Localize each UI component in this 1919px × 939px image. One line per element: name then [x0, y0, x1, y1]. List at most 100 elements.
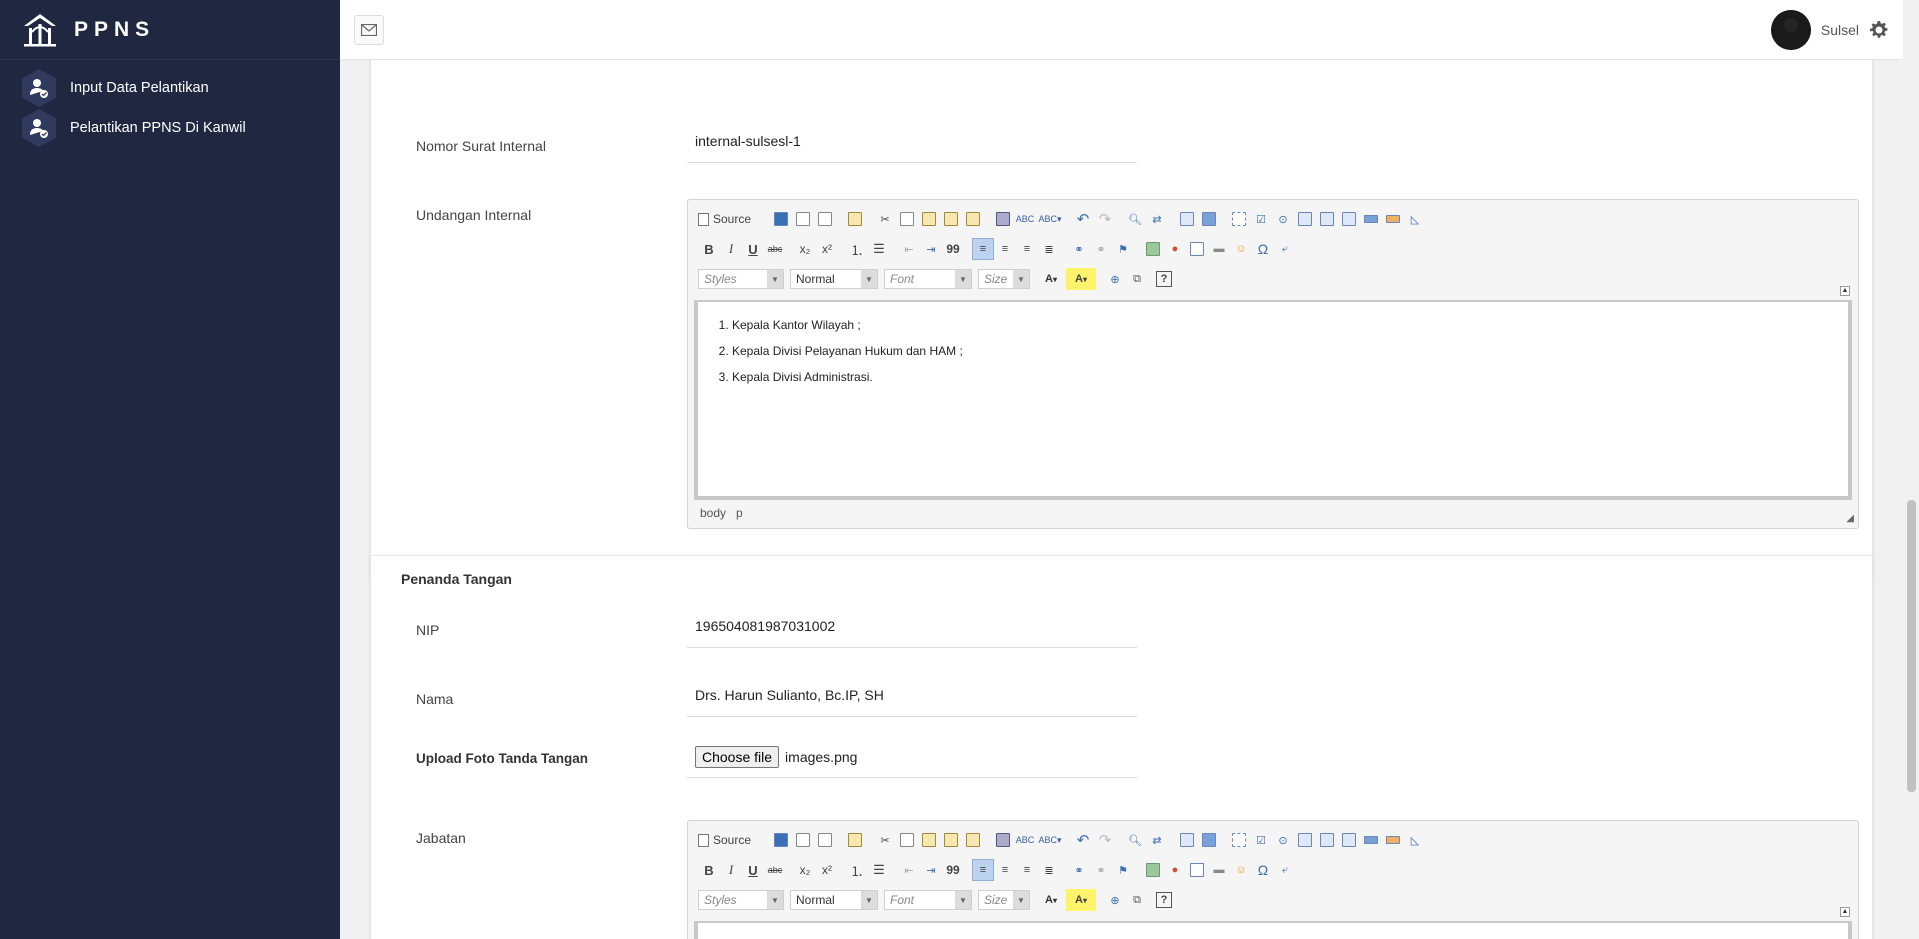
preview-icon[interactable] — [814, 208, 836, 230]
textarea-icon[interactable] — [1316, 208, 1338, 230]
help-icon[interactable]: ? — [1156, 271, 1172, 287]
source-button[interactable]: Source — [698, 829, 762, 851]
subscript-icon[interactable]: x₂ — [794, 238, 816, 260]
textarea-icon[interactable] — [1316, 829, 1338, 851]
radio-icon[interactable]: ⊙ — [1272, 208, 1294, 230]
new-page-icon[interactable] — [792, 208, 814, 230]
cut-icon[interactable]: ✂ — [874, 208, 896, 230]
textfield-icon[interactable] — [1294, 208, 1316, 230]
save-icon[interactable] — [770, 208, 792, 230]
styles-select[interactable]: Styles ▼ — [698, 269, 784, 289]
nomor-surat-field[interactable]: internal-sulsesl-1 — [687, 121, 1137, 163]
select-field-icon[interactable] — [1338, 208, 1360, 230]
checkbox-icon[interactable]: ☑ — [1250, 829, 1272, 851]
sidebar-item-pelantikan-ppns-di-kanwil[interactable]: Pelantikan PPNS Di Kanwil — [0, 108, 340, 148]
align-center-icon[interactable]: ≡ — [994, 859, 1016, 881]
font-select[interactable]: Font ▼ — [884, 269, 972, 289]
strike-icon[interactable]: abc — [764, 859, 786, 881]
select-all-icon[interactable] — [1176, 208, 1198, 230]
align-justify-icon[interactable]: ≣ — [1038, 238, 1060, 260]
page-break-icon[interactable]: ⤶ — [1274, 859, 1296, 881]
avatar[interactable] — [1770, 9, 1811, 50]
format-select[interactable]: Normal ▼ — [790, 890, 878, 910]
image-button-icon[interactable] — [1382, 829, 1404, 851]
align-left-icon[interactable]: ≡ — [972, 238, 994, 260]
numbered-list-icon[interactable]: ⒈ — [846, 859, 868, 881]
brand[interactable]: PPNS — [0, 0, 340, 60]
undangan-editor[interactable]: Source ✂ ABC ABC▾ ↶ ↷ 🔍︎ ⇄ ☑ ⊙ ◺ B I U a… — [687, 199, 1859, 529]
paste-word-icon[interactable] — [962, 829, 984, 851]
select-all-icon[interactable] — [1176, 829, 1198, 851]
maximize-icon[interactable]: ⊕ — [1104, 889, 1126, 911]
superscript-icon[interactable]: x² — [816, 238, 838, 260]
select-field-icon[interactable] — [1338, 829, 1360, 851]
help-icon[interactable]: ? — [1156, 892, 1172, 908]
align-justify-icon[interactable]: ≣ — [1038, 859, 1060, 881]
print-icon[interactable] — [992, 829, 1014, 851]
spellcheck-icon[interactable]: ABC — [1014, 829, 1036, 851]
path-item-p[interactable]: p — [736, 506, 743, 520]
format-select[interactable]: Normal ▼ — [790, 269, 878, 289]
gear-icon[interactable] — [1869, 20, 1889, 40]
strike-icon[interactable]: abc — [764, 238, 786, 260]
indent-icon[interactable]: ⇥ — [920, 238, 942, 260]
button-field-icon[interactable] — [1360, 829, 1382, 851]
spellcheck-dropdown-icon[interactable]: ABC▾ — [1036, 208, 1064, 230]
text-color-icon[interactable]: A ▾ — [1036, 889, 1066, 911]
align-right-icon[interactable]: ≡ — [1016, 859, 1038, 881]
superscript-icon[interactable]: x² — [816, 859, 838, 881]
button-field-icon[interactable] — [1360, 208, 1382, 230]
image-icon[interactable] — [1142, 859, 1164, 881]
align-center-icon[interactable]: ≡ — [994, 238, 1016, 260]
bold-icon[interactable]: B — [698, 859, 720, 881]
blockquote-icon[interactable]: 99 — [942, 238, 964, 260]
scrollbar-track[interactable] — [1903, 0, 1919, 939]
mail-button[interactable] — [354, 14, 384, 45]
unlink-icon[interactable]: ⚭ — [1090, 859, 1112, 881]
upload-file-input[interactable]: Choose file images.png — [687, 736, 1137, 778]
indent-icon[interactable]: ⇥ — [920, 859, 942, 881]
italic-icon[interactable]: I — [720, 238, 742, 260]
bg-color-icon[interactable]: A ▾ — [1066, 889, 1096, 911]
link-icon[interactable]: ⚭ — [1068, 238, 1090, 260]
numbered-list-icon[interactable]: ⒈ — [846, 238, 868, 260]
nip-field[interactable]: 196504081987031002 — [687, 606, 1137, 648]
align-left-icon[interactable]: ≡ — [972, 859, 994, 881]
subscript-icon[interactable]: x₂ — [794, 859, 816, 881]
nama-field[interactable]: Drs. Harun Sulianto, Bc.IP, SH — [687, 675, 1137, 717]
anchor-icon[interactable]: ⚑ — [1112, 238, 1134, 260]
find-icon[interactable]: 🔍︎ — [1124, 829, 1146, 851]
spellcheck-icon[interactable]: ABC — [1014, 208, 1036, 230]
path-item-body[interactable]: body — [700, 506, 726, 520]
bulleted-list-icon[interactable]: ☰ — [868, 859, 890, 881]
show-blocks-icon[interactable]: ⧉ — [1126, 268, 1148, 290]
templates-icon[interactable] — [844, 829, 866, 851]
special-char-icon[interactable]: Ω — [1252, 859, 1274, 881]
styles-select[interactable]: Styles ▼ — [698, 890, 784, 910]
resize-handle-icon[interactable]: ◢ — [1846, 513, 1854, 524]
page-break-icon[interactable]: ⤶ — [1274, 238, 1296, 260]
sidebar-item-input-data-pelantikan[interactable]: Input Data Pelantikan — [0, 68, 340, 108]
templates-icon[interactable] — [844, 208, 866, 230]
outdent-icon[interactable]: ⇤ — [898, 238, 920, 260]
font-select[interactable]: Font ▼ — [884, 890, 972, 910]
jabatan-editor[interactable]: Source ✂ ABC ABC▾ ↶ ↷ 🔍︎ ⇄ ☑ ⊙ ◺ B I U a… — [687, 820, 1859, 939]
size-select[interactable]: Size ▼ — [978, 890, 1030, 910]
copy-icon[interactable] — [896, 829, 918, 851]
scrollbar-thumb[interactable] — [1907, 500, 1916, 792]
image-icon[interactable] — [1142, 238, 1164, 260]
bulleted-list-icon[interactable]: ☰ — [868, 238, 890, 260]
blockquote-icon[interactable]: 99 — [942, 859, 964, 881]
paste-text-icon[interactable] — [940, 208, 962, 230]
link-icon[interactable]: ⚭ — [1068, 859, 1090, 881]
special-char-icon[interactable]: Ω — [1252, 238, 1274, 260]
user-name[interactable]: Sulsel — [1821, 22, 1859, 38]
flash-icon[interactable]: ● — [1164, 859, 1186, 881]
bold-icon[interactable]: B — [698, 238, 720, 260]
text-color-icon[interactable]: A ▾ — [1036, 268, 1066, 290]
outdent-icon[interactable]: ⇤ — [898, 859, 920, 881]
save-icon[interactable] — [770, 829, 792, 851]
smiley-icon[interactable]: ☺ — [1230, 859, 1252, 881]
paste-text-icon[interactable] — [940, 829, 962, 851]
bg-color-icon[interactable]: A ▾ — [1066, 268, 1096, 290]
